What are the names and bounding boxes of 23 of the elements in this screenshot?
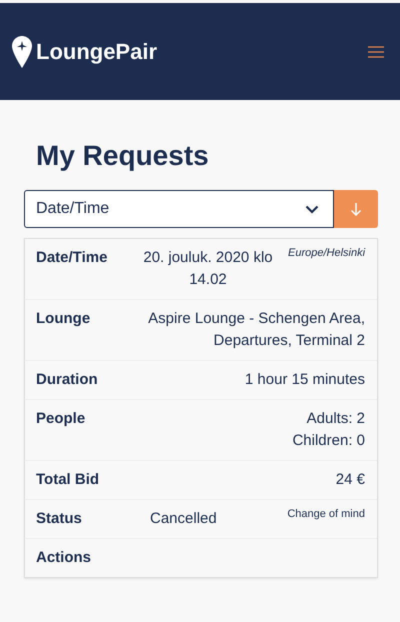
- sort-select[interactable]: Date/Time: [24, 190, 334, 228]
- field-label: Total Bid: [36, 470, 100, 490]
- field-value: 20. jouluk. 2020 klo 14.02: [142, 248, 274, 290]
- status-reason: Change of mind: [287, 508, 365, 521]
- field-value: Children: 0: [292, 431, 365, 451]
- field-value: Aspire Lounge - Schengen Area, Departures, Terminal 2: [147, 309, 365, 351]
- field-label: Date/Time: [36, 248, 108, 268]
- field-label: Actions: [36, 548, 92, 568]
- location-pin-icon: [12, 36, 32, 68]
- field-label: People: [36, 409, 86, 429]
- status-value: Cancelled: [150, 509, 217, 529]
- timezone-label: Europe/Helsinki: [288, 247, 366, 260]
- page-title: My Requests: [36, 140, 210, 172]
- arrow-down-icon: [350, 202, 362, 216]
- field-value: 24 €: [334, 470, 365, 490]
- logo-text: LoungePair: [36, 38, 158, 64]
- field-value: 1 hour 15 minutes: [244, 370, 365, 390]
- field-label: Duration: [36, 370, 99, 390]
- field-label: Status: [36, 509, 83, 529]
- menu-icon: [368, 46, 384, 58]
- field-value: Adults: 2: [306, 409, 365, 429]
- chevron-down-icon: [305, 204, 319, 214]
- field-label: Lounge: [36, 309, 92, 329]
